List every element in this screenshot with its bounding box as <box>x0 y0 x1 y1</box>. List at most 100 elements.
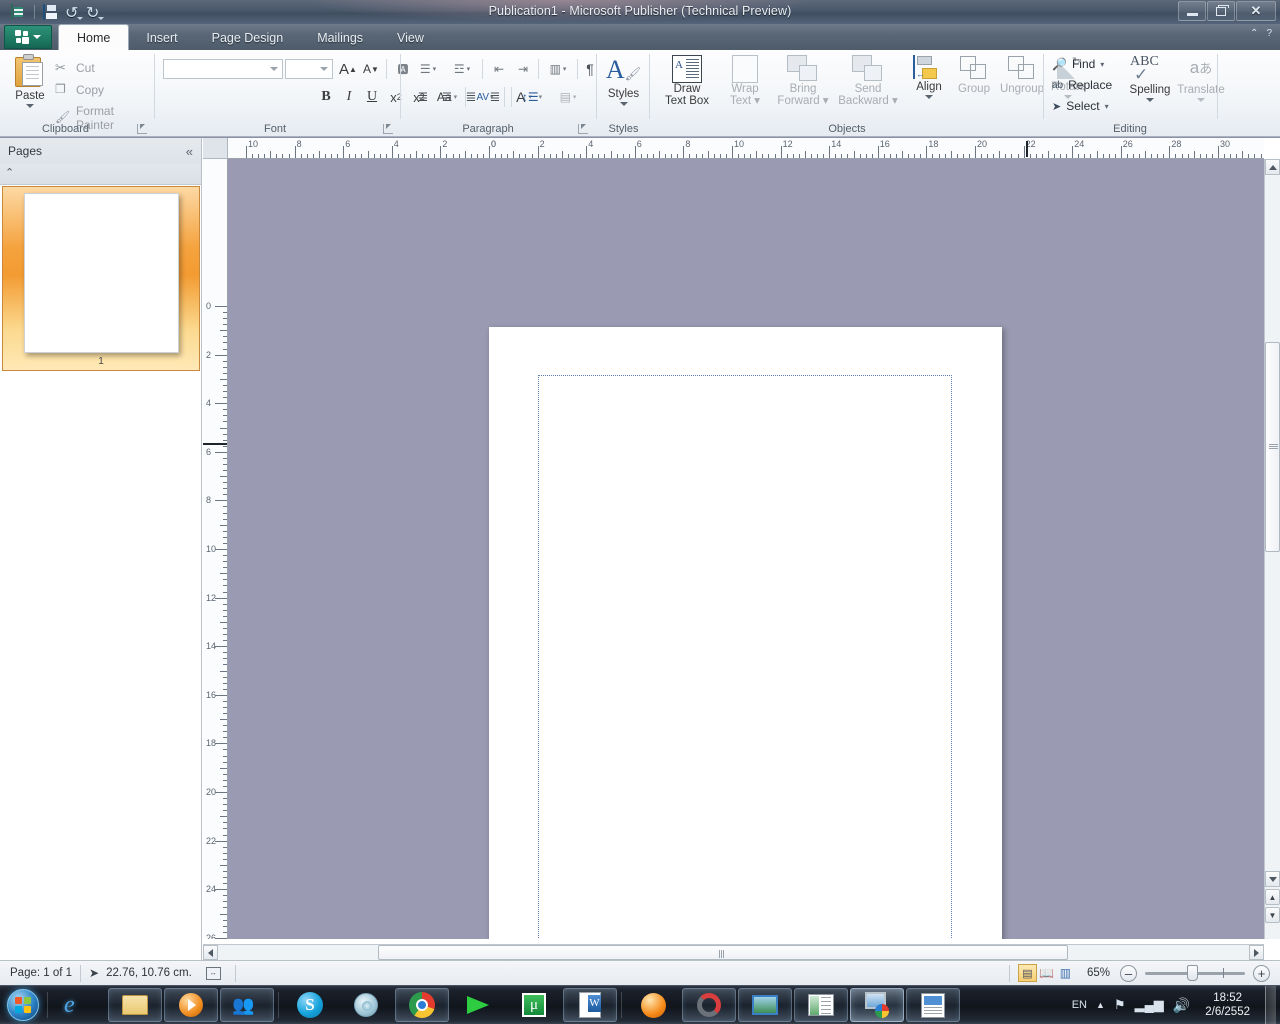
paste-button[interactable]: Paste <box>10 54 50 108</box>
underline-button[interactable]: U <box>361 87 383 107</box>
taskbar-item-photo-viewer[interactable] <box>738 988 792 1022</box>
italic-button[interactable]: I <box>338 87 360 107</box>
clock[interactable]: 18:52 2/6/2552 <box>1199 991 1256 1019</box>
language-indicator[interactable]: EN <box>1072 999 1087 1011</box>
scroll-left-button[interactable] <box>203 945 218 960</box>
ruler-corner[interactable] <box>203 138 228 159</box>
taskbar-item-nero[interactable] <box>682 988 736 1022</box>
numbering-button[interactable]: ☲ ▾ <box>445 59 479 79</box>
font-dialog-launcher[interactable] <box>383 124 393 134</box>
show-desktop-button[interactable] <box>1265 985 1276 1024</box>
horizontal-scrollbar[interactable] <box>203 944 1264 960</box>
vertical-scroll-thumb[interactable] <box>1265 342 1280 552</box>
zoom-slider[interactable] <box>1145 964 1245 981</box>
zoom-in-button[interactable]: + <box>1253 964 1270 982</box>
tab-view[interactable]: View <box>380 25 441 50</box>
maximize-button[interactable] <box>1207 1 1235 21</box>
justify-button[interactable]: ≣ <box>483 87 507 107</box>
tab-page-design[interactable]: Page Design <box>195 25 301 50</box>
taskbar-item-media-player-classic[interactable] <box>451 988 505 1022</box>
wrap-text-button[interactable]: Wrap Text ▾ <box>720 55 770 107</box>
draw-text-box-button[interactable]: A Draw Text Box <box>656 55 718 107</box>
tab-home[interactable]: Home <box>58 24 130 50</box>
taskbar-item-gom-player[interactable] <box>626 988 680 1022</box>
volume-icon[interactable]: 🔊 <box>1173 997 1190 1014</box>
bold-button[interactable]: B <box>315 87 337 107</box>
ruler-minor-tick <box>950 151 952 158</box>
scroll-up-icon[interactable]: ⌃ <box>5 167 14 179</box>
taskbar-item-windows-live-messenger[interactable]: 👥 <box>220 988 274 1022</box>
select-button[interactable]: ➤ Select ▾ <box>1052 99 1109 113</box>
clipboard-dialog-launcher[interactable] <box>137 124 147 134</box>
taskbar-item-skype[interactable]: S <box>283 988 337 1022</box>
cut-button[interactable]: ✂ Cut <box>55 60 95 76</box>
previous-page-button[interactable]: ▲ <box>1265 889 1280 905</box>
taskbar-item-microsoft-publisher[interactable] <box>906 988 960 1022</box>
vertical-ruler[interactable]: 024681012141618202224262830 <box>203 159 228 939</box>
translate-button[interactable]: aあ Translate <box>1175 54 1227 102</box>
styles-button[interactable]: A🖌 Styles <box>597 56 650 106</box>
font-name-input[interactable] <box>163 59 283 79</box>
network-flag-icon[interactable]: ⚑ <box>1114 997 1126 1013</box>
scroll-right-button[interactable] <box>1249 945 1264 960</box>
scroll-down-button[interactable] <box>1265 871 1280 887</box>
copy-button[interactable]: ❐ Copy <box>55 82 104 98</box>
taskbar-item-internet-explorer[interactable]: e <box>52 988 106 1022</box>
paragraph-dialog-launcher[interactable] <box>578 124 588 134</box>
group-button[interactable]: Group <box>952 55 996 95</box>
taskbar-item-microsoft-word[interactable]: W <box>563 988 617 1022</box>
send-backward-button[interactable]: Send Backward ▾ <box>834 55 902 107</box>
collapse-panel-icon[interactable]: « <box>186 144 193 159</box>
minimize-button[interactable] <box>1178 1 1206 21</box>
show-hidden-icons-button[interactable]: ▲ <box>1096 1000 1105 1010</box>
taskbar-item-windows-explorer[interactable] <box>108 988 162 1022</box>
horizontal-scroll-thumb[interactable] <box>378 945 1068 960</box>
zoom-level[interactable]: 65% <box>1087 967 1110 979</box>
paragraph-shading-button[interactable]: ▤ ▾ <box>551 87 585 107</box>
page-indicator[interactable]: Page: 1 of 1 <box>10 967 72 979</box>
align-center-button[interactable]: ≣ <box>435 87 459 107</box>
shrink-font-button[interactable]: A ▼ <box>360 59 382 79</box>
file-tab[interactable] <box>4 25 52 49</box>
single-page-view-button[interactable]: ▤ <box>1017 964 1037 982</box>
horizontal-ruler[interactable]: 10 8 6 4 2 0 0 2 4 6 8 10 12 14 16 18 20 22 24 26 28 30 <box>228 138 1264 159</box>
two-page-spread-view-button[interactable]: 📖 <box>1037 964 1056 982</box>
taskbar-item-windows-media-player[interactable] <box>164 988 218 1022</box>
zoom-out-button[interactable]: – <box>1120 964 1137 982</box>
zoom-slider-thumb[interactable] <box>1187 964 1198 981</box>
page-thumbnail-item[interactable]: 1 <box>2 186 200 371</box>
find-button[interactable]: 🔎 Find ▾ <box>1052 57 1104 71</box>
tab-insert[interactable]: Insert <box>129 25 194 50</box>
bullets-button[interactable]: ☰ ▾ <box>411 59 445 79</box>
line-spacing-button[interactable]: ↕☰ ▾ <box>515 87 549 107</box>
bring-forward-button[interactable]: Bring Forward ▾ <box>773 55 833 107</box>
start-button[interactable] <box>2 987 44 1023</box>
signal-bars-icon[interactable]: ▂▄▆ <box>1135 997 1164 1013</box>
align-right-button[interactable]: ≣ <box>459 87 483 107</box>
minimize-ribbon-icon[interactable]: ⌃ <box>1250 28 1258 39</box>
taskbar-item-microsoft-excel[interactable] <box>794 988 848 1022</box>
decrease-indent-button[interactable]: ⇤ <box>487 59 511 79</box>
align-left-button[interactable]: ≣ <box>411 87 435 107</box>
master-page-view-button[interactable]: ▥ <box>1056 964 1075 982</box>
vertical-scrollbar[interactable]: ▲ ▼ <box>1264 159 1280 939</box>
taskbar-item-paint-tool[interactable] <box>850 988 904 1022</box>
font-size-input[interactable] <box>285 59 333 79</box>
close-button[interactable]: ✕ <box>1236 1 1276 21</box>
taskbar-item-google-chrome[interactable] <box>395 988 449 1022</box>
align-button[interactable]: ← Align <box>906 55 952 99</box>
document-canvas[interactable] <box>228 159 1264 939</box>
taskbar-item-utorrent[interactable]: μ <box>507 988 561 1022</box>
grow-font-button[interactable]: A ▲ <box>337 59 359 79</box>
help-icon[interactable]: ? <box>1266 28 1272 39</box>
ungroup-button[interactable]: Ungroup <box>996 55 1048 95</box>
page-sheet[interactable] <box>489 327 1002 939</box>
next-page-button[interactable]: ▼ <box>1265 907 1280 923</box>
spelling-button[interactable]: ABC ✓ Spelling <box>1126 54 1174 102</box>
columns-button[interactable]: ▥ ▾ <box>542 59 574 79</box>
taskbar-item-kaspersky[interactable] <box>339 988 393 1022</box>
increase-indent-button[interactable]: ⇥ <box>511 59 535 79</box>
replace-button[interactable]: ab Replace <box>1052 78 1112 92</box>
tab-mailings[interactable]: Mailings <box>300 25 380 50</box>
scroll-up-button[interactable] <box>1265 159 1280 175</box>
